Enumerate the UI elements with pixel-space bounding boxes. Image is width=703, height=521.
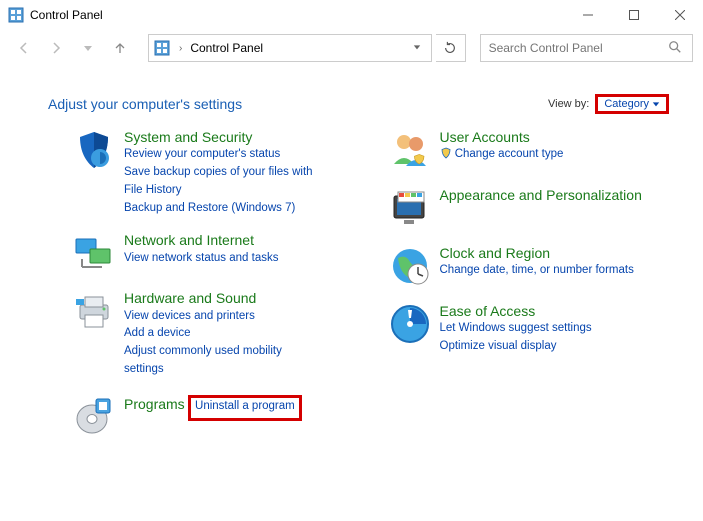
appearance-icon[interactable] bbox=[388, 186, 432, 230]
page-title: Adjust your computer's settings bbox=[48, 96, 242, 112]
link-backup-restore[interactable]: Backup and Restore (Windows 7) bbox=[124, 200, 324, 218]
search-placeholder: Search Control Panel bbox=[489, 41, 668, 55]
category-title[interactable]: Ease of Access bbox=[440, 303, 536, 319]
link-devices-printers[interactable]: View devices and printers bbox=[124, 308, 324, 326]
chevron-right-icon[interactable]: › bbox=[177, 43, 184, 54]
category-hardware: Hardware and Sound View devices and prin… bbox=[72, 289, 368, 378]
search-input[interactable]: Search Control Panel bbox=[480, 34, 693, 62]
link-review-status[interactable]: Review your computer's status bbox=[124, 146, 324, 164]
search-icon bbox=[668, 40, 684, 56]
category-appearance: Appearance and Personalization bbox=[388, 186, 684, 230]
category-title[interactable]: Programs bbox=[124, 396, 185, 412]
view-by-dropdown[interactable]: Category bbox=[600, 97, 664, 111]
category-title[interactable]: User Accounts bbox=[440, 129, 530, 145]
titlebar: Control Panel bbox=[0, 0, 703, 30]
link-mobility-settings[interactable]: Adjust commonly used mobility settings bbox=[124, 343, 324, 379]
category-clock-region: Clock and Region Change date, time, or n… bbox=[388, 244, 684, 288]
heading-row: Adjust your computer's settings View by:… bbox=[0, 66, 703, 124]
link-suggest-settings[interactable]: Let Windows suggest settings bbox=[440, 320, 592, 338]
link-change-account-type[interactable]: Change account type bbox=[440, 146, 564, 164]
left-column: System and Security Review your computer… bbox=[72, 128, 368, 451]
view-by-value: Category bbox=[604, 98, 649, 110]
link-add-device[interactable]: Add a device bbox=[124, 325, 324, 343]
breadcrumb[interactable]: Control Panel bbox=[190, 41, 263, 55]
control-panel-icon bbox=[153, 39, 171, 57]
view-by-label: View by: bbox=[548, 98, 589, 110]
network-icon[interactable] bbox=[72, 231, 116, 275]
up-button[interactable] bbox=[106, 34, 134, 62]
content: System and Security Review your computer… bbox=[0, 124, 703, 451]
back-button[interactable] bbox=[10, 34, 38, 62]
category-user-accounts: User Accounts Change account type bbox=[388, 128, 684, 172]
forward-button[interactable] bbox=[42, 34, 70, 62]
link-file-history[interactable]: Save backup copies of your files with Fi… bbox=[124, 164, 324, 200]
category-title[interactable]: Network and Internet bbox=[124, 232, 254, 248]
category-title[interactable]: System and Security bbox=[124, 129, 252, 145]
close-button[interactable] bbox=[657, 0, 703, 30]
link-network-status[interactable]: View network status and tasks bbox=[124, 250, 278, 268]
highlight-box: Category bbox=[595, 94, 669, 114]
window-title: Control Panel bbox=[30, 8, 103, 22]
maximize-button[interactable] bbox=[611, 0, 657, 30]
link-uninstall-program[interactable]: Uninstall a program bbox=[195, 398, 295, 416]
category-system-security: System and Security Review your computer… bbox=[72, 128, 368, 217]
nav-row: › Control Panel Search Control Panel bbox=[0, 30, 703, 66]
printer-icon[interactable] bbox=[72, 289, 116, 333]
category-network: Network and Internet View network status… bbox=[72, 231, 368, 275]
shield-icon[interactable] bbox=[72, 128, 116, 172]
right-column: User Accounts Change account type Appear… bbox=[388, 128, 684, 451]
refresh-button[interactable] bbox=[436, 34, 466, 62]
highlight-box: Uninstall a program bbox=[188, 395, 302, 421]
ease-of-access-icon[interactable] bbox=[388, 302, 432, 346]
minimize-button[interactable] bbox=[565, 0, 611, 30]
category-programs: Programs Uninstall a program bbox=[72, 393, 368, 437]
category-title[interactable]: Hardware and Sound bbox=[124, 290, 256, 306]
control-panel-icon bbox=[8, 7, 24, 23]
link-change-date-formats[interactable]: Change date, time, or number formats bbox=[440, 262, 634, 280]
clock-globe-icon[interactable] bbox=[388, 244, 432, 288]
programs-icon[interactable] bbox=[72, 393, 116, 437]
category-title[interactable]: Clock and Region bbox=[440, 245, 551, 261]
category-title[interactable]: Appearance and Personalization bbox=[440, 187, 642, 203]
link-optimize-display[interactable]: Optimize visual display bbox=[440, 338, 592, 356]
recent-dropdown[interactable] bbox=[74, 34, 102, 62]
address-bar[interactable]: › Control Panel bbox=[148, 34, 432, 62]
user-accounts-icon[interactable] bbox=[388, 128, 432, 172]
category-ease-of-access: Ease of Access Let Windows suggest setti… bbox=[388, 302, 684, 356]
address-history-dropdown[interactable] bbox=[407, 43, 427, 54]
